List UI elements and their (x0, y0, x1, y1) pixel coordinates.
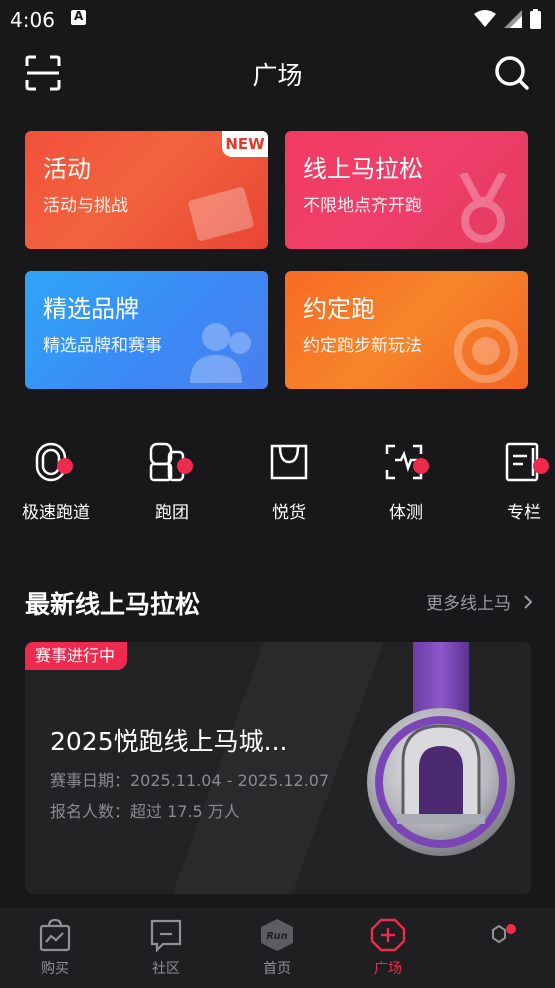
status-bar: 4:06 (0, 0, 555, 38)
community-icon (150, 919, 182, 952)
coin-icon (454, 319, 518, 383)
quick-track[interactable]: 极速跑道 (6, 440, 106, 530)
notification-dot (506, 924, 516, 934)
card-featured-brands[interactable]: 精选品牌 精选品牌和赛事 (25, 271, 268, 389)
column-icon (505, 442, 549, 482)
chevron-right-icon (524, 594, 533, 609)
more-link-label: 更多线上马 (426, 594, 511, 614)
new-badge: NEW (222, 131, 268, 157)
card-subtitle: 约定跑步新玩法 (303, 336, 422, 356)
notification-app-icon (71, 9, 86, 25)
ticket-icon (188, 187, 254, 241)
shopping-bag-chart-icon (39, 918, 71, 952)
status-time: 4:06 (10, 8, 55, 32)
shopping-bag-icon (270, 444, 308, 480)
nav-label: 广场 (374, 961, 402, 977)
square-plus-icon (370, 918, 406, 952)
wifi-icon (474, 10, 496, 27)
event-title: 2025悦跑线上马城... (50, 727, 288, 756)
nav-square[interactable]: 广场 (353, 918, 423, 986)
team-icon (149, 442, 193, 482)
quick-team[interactable]: 跑团 (122, 440, 222, 530)
brand-people-icon (190, 323, 251, 383)
nav-label: 购买 (41, 961, 69, 977)
event-card[interactable]: 赛事进行中 2025悦跑线上马城... 赛事日期：2025.11.04 - 20… (25, 642, 531, 894)
event-status-tag: 赛事进行中 (25, 642, 128, 670)
quick-shop[interactable]: 悦货 (239, 440, 339, 530)
top-bar: 广场 (0, 38, 555, 108)
quick-label: 体测 (389, 503, 423, 523)
event-registrants: 报名人数：超过 17.5 万人 (50, 802, 240, 821)
quick-label: 专栏 (507, 503, 541, 523)
quick-label: 极速跑道 (22, 503, 90, 523)
quick-label: 跑团 (155, 503, 189, 523)
card-title: 活动 (43, 155, 91, 183)
card-activities[interactable]: 活动 活动与挑战 NEW (25, 131, 268, 249)
card-title: 约定跑 (303, 295, 375, 323)
nav-buy[interactable]: 购买 (20, 918, 90, 986)
page-title: 广场 (252, 61, 303, 90)
run-logo-icon: Run (261, 919, 293, 951)
event-date: 赛事日期：2025.11.04 - 2025.12.07 (50, 771, 330, 790)
nav-label: 社区 (152, 961, 180, 977)
medal-image (367, 642, 515, 856)
quick-label: 悦货 (272, 503, 306, 523)
card-subtitle: 不限地点齐开跑 (303, 196, 422, 216)
card-subtitle: 精选品牌和赛事 (43, 336, 162, 356)
nav-home[interactable]: Run 首页 (242, 918, 312, 986)
quick-column[interactable]: 专栏 (474, 440, 555, 530)
card-title: 线上马拉松 (303, 155, 423, 183)
card-subtitle: 活动与挑战 (43, 196, 128, 216)
battery-icon (530, 9, 541, 29)
section-title: 最新线上马拉松 (25, 590, 201, 619)
nav-profile[interactable] (464, 918, 534, 986)
search-icon[interactable] (493, 54, 531, 92)
more-online-marathon-link[interactable]: 更多线上马 (426, 589, 533, 614)
quick-body-test[interactable]: 体测 (356, 440, 456, 530)
card-online-marathon[interactable]: 线上马拉松 不限地点齐开跑 (285, 131, 528, 249)
cellular-signal-icon (504, 10, 522, 28)
card-scheduled-run[interactable]: 约定跑 约定跑步新玩法 (285, 271, 528, 389)
quick-actions: 极速跑道 跑团 悦货 体测 专栏 (0, 440, 555, 530)
body-test-icon (385, 444, 429, 480)
run-logo-text: Run (266, 931, 287, 942)
nav-community[interactable]: 社区 (131, 918, 201, 986)
medal-icon (459, 173, 507, 243)
nav-label: 首页 (263, 961, 291, 977)
card-title: 精选品牌 (43, 295, 139, 323)
bottom-nav: 购买 社区 Run 首页 广场 (0, 908, 555, 988)
status-icons (474, 8, 541, 30)
track-icon (35, 442, 73, 482)
